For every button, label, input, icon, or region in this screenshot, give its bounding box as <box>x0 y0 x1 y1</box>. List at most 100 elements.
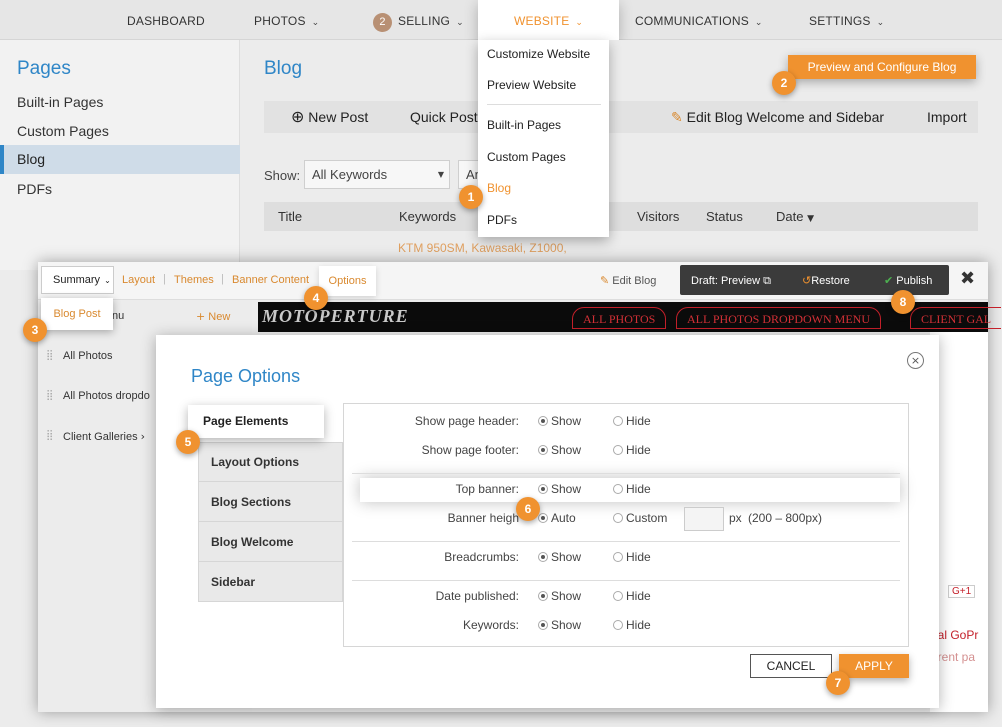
col-visitors[interactable]: Visitors <box>637 202 679 231</box>
import-button[interactable]: Import <box>927 101 967 133</box>
chevron-down-icon: ⌄ <box>876 18 885 28</box>
summary-label: Summary <box>53 274 101 286</box>
radio-label: Show <box>551 618 582 632</box>
tab-blog-sections[interactable]: Blog Sections <box>211 495 291 509</box>
nav-communications-label: COMMUNICATIONS <box>635 14 749 28</box>
close-icon[interactable]: ✖ <box>960 268 975 289</box>
sidebar-item-blog[interactable]: Blog <box>0 145 240 174</box>
chevron-right-icon: › <box>140 430 146 443</box>
sidebar-item-built-in-pages[interactable]: Built-in Pages <box>17 94 103 110</box>
chevron-down-icon: ⌄ <box>575 18 584 28</box>
nav-website[interactable]: WEBSITE ⌄ <box>478 0 620 40</box>
tab-layout[interactable]: Layout <box>122 274 155 286</box>
menu-item-customize-website[interactable]: Customize Website <box>487 47 590 61</box>
keywords-select-value: All Keywords <box>312 167 388 182</box>
radio-height-custom[interactable]: Custom <box>613 511 667 525</box>
tab-divider: | <box>163 273 166 285</box>
nav-dashboard[interactable]: DASHBOARD <box>127 0 205 40</box>
edit-welcome-button[interactable]: ✎ Edit Blog Welcome and Sidebar <box>671 101 884 133</box>
chevron-down-icon: ⌄ <box>456 18 464 28</box>
col-status[interactable]: Status <box>706 202 743 231</box>
drag-handle-icon[interactable]: ⣿ <box>46 390 53 401</box>
edit-blog-link[interactable]: ✎ Edit Blog <box>600 274 656 287</box>
tab-banner-content[interactable]: Banner Content <box>232 274 309 286</box>
label-show-page-footer: Show page footer: <box>421 443 519 457</box>
col-title[interactable]: Title <box>278 202 302 231</box>
publish-button[interactable]: ✔ Publish <box>884 274 932 287</box>
chevron-down-icon: ⌄ <box>754 18 763 28</box>
radio-banner-show[interactable]: Show <box>538 482 581 496</box>
close-icon[interactable]: × <box>907 352 924 369</box>
banner-height-input[interactable] <box>684 507 724 531</box>
tab-page-elements[interactable]: Page Elements <box>188 405 324 438</box>
menu-item-pdfs[interactable]: PDFs <box>487 213 517 227</box>
menu-item-preview-website[interactable]: Preview Website <box>487 78 576 92</box>
cancel-button[interactable]: CANCEL <box>750 654 832 678</box>
apply-button[interactable]: APPLY <box>839 654 909 678</box>
restore-button[interactable]: ↺Restore <box>802 274 850 287</box>
sidebar-item-custom-pages[interactable]: Custom Pages <box>17 123 109 139</box>
menu-item-blog[interactable]: Blog <box>487 181 511 195</box>
menu-item-all-photos[interactable]: All Photos <box>63 350 113 362</box>
site-nav-all-photos[interactable]: ALL PHOTOS <box>572 307 667 329</box>
menu-item-built-in-pages[interactable]: Built-in Pages <box>487 118 561 132</box>
pencil-icon: ✎ <box>600 274 610 287</box>
radio-selected <box>538 513 548 523</box>
menu-item-custom-pages[interactable]: Custom Pages <box>487 150 566 164</box>
tab-sidebar[interactable]: Sidebar <box>211 575 255 589</box>
step-marker-1: 1 <box>459 185 483 209</box>
radio-date-show[interactable]: Show <box>538 589 581 603</box>
radio-breadcrumbs-show[interactable]: Show <box>538 550 581 564</box>
radio-keywords-hide[interactable]: Hide <box>613 618 651 632</box>
step-marker-4: 4 <box>304 286 328 310</box>
tab-blog-welcome[interactable]: Blog Welcome <box>211 535 293 549</box>
site-nav-client-galleries[interactable]: CLIENT GAL <box>910 307 1002 329</box>
drag-handle-icon[interactable]: ⣿ <box>46 350 53 361</box>
radio-footer-show[interactable]: Show <box>538 443 581 457</box>
nav-photos[interactable]: PHOTOS ⌄ <box>254 0 319 40</box>
publish-label: Publish <box>896 275 933 287</box>
col-date[interactable]: Date ▼ <box>776 202 814 234</box>
radio-footer-hide[interactable]: Hide <box>613 443 651 457</box>
show-label: Show: <box>264 168 301 183</box>
step-marker-7: 7 <box>826 671 850 695</box>
tab-layout-options[interactable]: Layout Options <box>211 455 299 469</box>
radio-selected <box>538 445 548 455</box>
post-keywords[interactable]: KTM 950SM, Kawasaki, Z1000, <box>398 241 567 255</box>
nav-communications[interactable]: COMMUNICATIONS ⌄ <box>635 0 763 40</box>
tab-themes[interactable]: Themes <box>174 274 214 286</box>
options-panel <box>343 403 909 647</box>
step-marker-8: 8 <box>891 290 915 314</box>
google-plus-button[interactable]: G+1 <box>948 585 976 598</box>
new-post-button[interactable]: ⊕ New Post <box>291 101 368 133</box>
menu-item-client-galleries[interactable]: Client Galleries › <box>63 430 145 443</box>
nav-selling[interactable]: 2 SELLING ⌄ <box>373 0 464 40</box>
radio-label: Show <box>551 550 582 564</box>
caret-down-icon: ▼ <box>437 170 444 179</box>
sidebar-item-pdfs[interactable]: PDFs <box>17 181 52 197</box>
step-marker-3: 3 <box>23 318 47 342</box>
drag-handle-icon[interactable]: ⣿ <box>46 430 53 441</box>
keywords-select[interactable]: All Keywords ▼ <box>304 160 450 189</box>
new-menu-item-button[interactable]: + New <box>196 310 230 323</box>
blog-post-option[interactable]: Blog Post <box>41 298 113 330</box>
site-nav-all-photos-dropdown[interactable]: ALL PHOTOS DROPDOWN MENU <box>676 307 882 329</box>
draft-preview-button[interactable]: Draft: Preview ⧉ <box>691 274 771 288</box>
tab-options[interactable]: Options <box>319 266 376 296</box>
radio-label: Show <box>551 414 582 428</box>
radio-keywords-show[interactable]: Show <box>538 618 581 632</box>
radio-height-auto[interactable]: Auto <box>538 511 576 525</box>
radio-label: Hide <box>626 443 651 457</box>
radio-date-hide[interactable]: Hide <box>613 589 651 603</box>
summary-dropdown[interactable]: Summary ⌄ <box>41 266 114 294</box>
preview-configure-blog-button[interactable]: Preview and Configure Blog <box>788 55 976 79</box>
radio-header-hide[interactable]: Hide <box>613 414 651 428</box>
col-keywords[interactable]: Keywords <box>399 202 456 231</box>
radio-header-show[interactable]: Show <box>538 414 581 428</box>
quick-post-button[interactable]: Quick Post <box>410 101 478 133</box>
menu-item-all-photos-dropdown[interactable]: All Photos dropdo <box>63 390 150 402</box>
nav-settings[interactable]: SETTINGS ⌄ <box>809 0 884 40</box>
radio-banner-hide[interactable]: Hide <box>613 482 651 496</box>
radio-breadcrumbs-hide[interactable]: Hide <box>613 550 651 564</box>
nav-photos-label: PHOTOS <box>254 14 306 28</box>
